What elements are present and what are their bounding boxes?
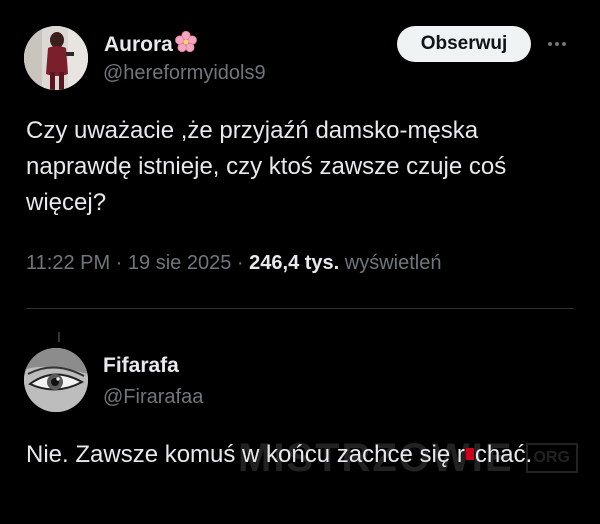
reply-text: Nie. Zawsze komuś w końcu zachce się r ch… [26,437,566,473]
reply-text-start: Nie. Zawsze komuś w końcu zachce się r [26,441,465,468]
avatar-photo [24,348,88,412]
reply-text-end: chać. [474,441,533,468]
reply-author-handle[interactable]: @Firarafaa [103,386,203,409]
reply-tweet: Fifarafa @Firarafaa MISTRZOWIE ORG Nie. … [0,0,600,524]
reply-author-name[interactable]: Fifarafa [103,354,179,378]
censor-mark [465,448,474,460]
reply-avatar[interactable] [24,348,88,412]
